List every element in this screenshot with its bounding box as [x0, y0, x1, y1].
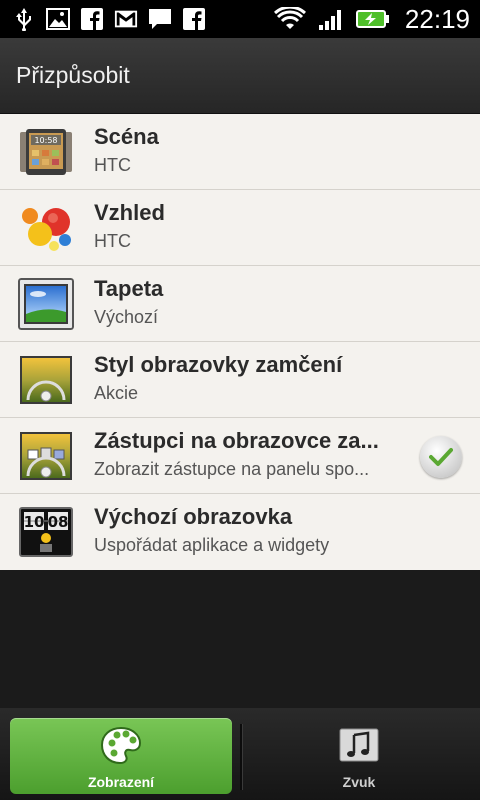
facebook-icon [182, 7, 206, 31]
skin-icon [18, 202, 74, 254]
tab-display[interactable]: Zobrazení [10, 718, 232, 794]
list-item-subtitle: HTC [94, 231, 131, 251]
home-clock-hours: 10 [24, 513, 45, 531]
home-screen-icon: 10 08 [18, 506, 74, 558]
system-icons: 22:19 [273, 4, 470, 35]
list-item-title: Výchozí obrazovka [94, 504, 293, 529]
checkmark-icon [429, 448, 453, 466]
status-bar: 22:19 [0, 0, 480, 38]
list-item-title: Zástupci na obrazovce za... [94, 428, 379, 453]
shortcuts-checkbox[interactable] [420, 436, 462, 478]
wallpaper-icon [18, 278, 74, 330]
list-item-subtitle: Uspořádat aplikace a widgety [94, 535, 330, 555]
wifi-icon [273, 7, 307, 31]
palette-icon [98, 722, 144, 768]
list-item-title: Styl obrazovky zamčení [94, 352, 343, 377]
signal-icon [317, 7, 345, 31]
home-clock-minutes: 08 [48, 513, 69, 531]
list-item-wallpaper[interactable]: Tapeta Výchozí [0, 266, 480, 342]
gmail-icon [114, 7, 138, 31]
list-item-subtitle: Výchozí [94, 307, 159, 327]
tab-label: Zobrazení [87, 774, 155, 790]
list-item-subtitle: HTC [94, 155, 131, 175]
list-item-subtitle: Zobrazit zástupce na panelu spo... [94, 459, 370, 479]
tab-divider [240, 724, 243, 790]
page-title: Přizpůsobit [16, 62, 130, 88]
list-item-subtitle: Akcie [94, 383, 139, 403]
bottom-tab-bar: Zobrazení Zvuk [0, 708, 480, 800]
list-item-scene[interactable]: 10:58 Scéna HTC [0, 114, 480, 190]
scene-icon: 10:58 [18, 126, 74, 178]
list-item-title: Vzhled [94, 200, 165, 225]
list-item-lockscreen-shortcuts[interactable]: Zástupci na obrazovce za... Zobrazit zás… [0, 418, 480, 494]
tab-sound[interactable]: Zvuk [248, 718, 470, 794]
message-icon [148, 7, 172, 31]
list-item-title: Tapeta [94, 276, 164, 301]
usb-icon [12, 7, 36, 31]
personalize-list: 10:58 Scéna HTC Vzhled HTC Tapeta Výchoz… [0, 114, 480, 570]
list-item-skin[interactable]: Vzhled HTC [0, 190, 480, 266]
image-icon [46, 7, 70, 31]
facebook-icon [80, 7, 104, 31]
list-item-home-screen[interactable]: 10 08 Výchozí obrazovka Uspořádat aplika… [0, 494, 480, 570]
page-header: Přizpůsobit [0, 38, 480, 114]
lockscreen-shortcuts-icon [18, 430, 74, 482]
music-note-icon [336, 722, 382, 768]
svg-text:10:58: 10:58 [34, 136, 57, 145]
notification-icons [12, 7, 206, 31]
battery-charging-icon [355, 7, 391, 31]
clock: 22:19 [404, 3, 470, 34]
list-item-lockscreen-style[interactable]: Styl obrazovky zamčení Akcie [0, 342, 480, 418]
list-item-title: Scéna [94, 124, 159, 149]
lockscreen-style-icon [18, 354, 74, 406]
tab-label: Zvuk [342, 774, 376, 790]
